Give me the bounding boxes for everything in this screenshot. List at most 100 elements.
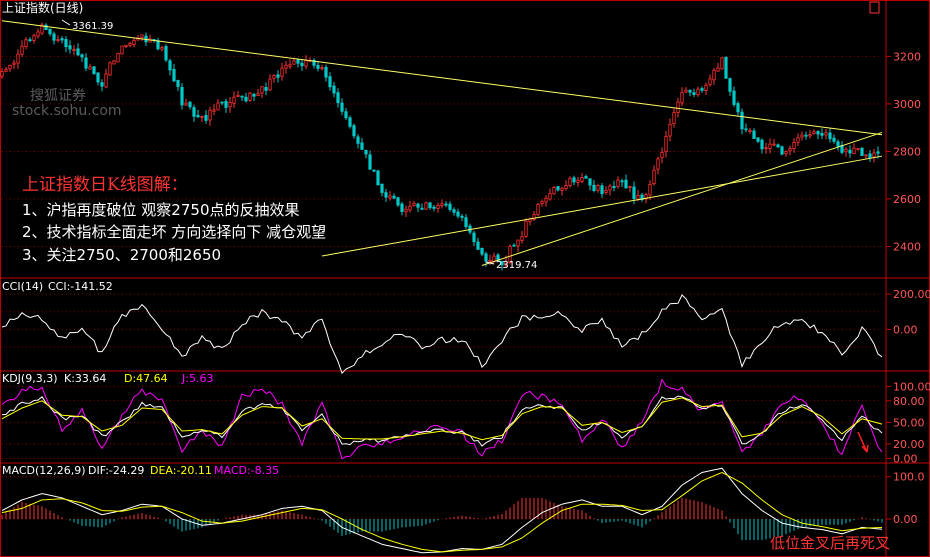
- candle-body: [244, 96, 248, 102]
- candle-body: [112, 60, 116, 65]
- candle-body: [816, 131, 820, 135]
- candle-body: [56, 39, 60, 41]
- candle-body: [276, 74, 280, 78]
- candle-body: [804, 134, 808, 137]
- candle-body: [356, 136, 360, 144]
- candle-body: [320, 67, 324, 70]
- candle-body: [588, 178, 592, 186]
- candle-body: [612, 185, 616, 189]
- candle-body: [592, 184, 596, 191]
- candle-body: [560, 187, 564, 191]
- candle-body: [692, 92, 696, 95]
- tick-label-3: 2600: [893, 193, 921, 206]
- tick-label-1: 0.00: [893, 513, 918, 526]
- candle-body: [780, 146, 784, 155]
- candle-body: [688, 89, 692, 93]
- candle-body: [736, 103, 740, 113]
- candle-body: [416, 203, 420, 208]
- candle-body: [332, 85, 336, 94]
- kdj-j-value: J:5.63: [181, 372, 213, 385]
- candle-body: [404, 208, 408, 213]
- candle-body: [44, 24, 48, 30]
- candle-body: [636, 195, 640, 200]
- candle-body: [716, 67, 720, 72]
- candle-body: [608, 185, 612, 191]
- candle-body: [540, 200, 544, 205]
- macd-value: MACD:-8.35: [214, 464, 279, 477]
- candle-body: [596, 184, 600, 191]
- macd-axis: 100.0 0.00: [886, 471, 925, 526]
- kdj-j-series: [1, 378, 883, 460]
- candle-body: [28, 39, 32, 42]
- candle-body: [624, 179, 628, 189]
- candle-body: [260, 86, 264, 94]
- window-close-icon[interactable]: [869, 1, 880, 14]
- candle-body: [436, 205, 440, 209]
- kdj-d-series: [1, 397, 883, 441]
- candle-body: [860, 147, 864, 156]
- candle-body: [252, 93, 256, 97]
- candle-body: [380, 183, 384, 193]
- candle-body: [748, 129, 752, 132]
- candle-body: [808, 134, 812, 137]
- candle-body: [368, 154, 372, 170]
- candle-body: [384, 192, 388, 198]
- candle-body: [12, 62, 16, 65]
- tick-label-1: 80.00: [893, 395, 925, 408]
- candle-body: [76, 48, 80, 56]
- candle-body: [760, 139, 764, 150]
- candle-body: [856, 148, 860, 151]
- annotation-point-3: 3、关注2750、2700和2650: [22, 246, 221, 264]
- kdj-k-series: [1, 395, 883, 447]
- candle-body: [552, 187, 556, 195]
- candle-body: [744, 128, 748, 131]
- candle-body: [16, 53, 20, 64]
- candle-body: [680, 91, 684, 104]
- candle-body: [428, 202, 432, 209]
- candle-body: [784, 150, 788, 154]
- annotation-point-1: 1、沪指再度破位 观察2750点的反抽效果: [22, 201, 300, 219]
- candle-body: [600, 185, 604, 195]
- candle-body: [132, 39, 136, 45]
- candle-body: [328, 76, 332, 88]
- candle-body: [424, 202, 428, 210]
- candle-body: [392, 195, 396, 199]
- macd-title: MACD(12,26,9): [2, 464, 86, 477]
- candle-body: [724, 56, 728, 79]
- candle-body: [248, 92, 252, 101]
- down-arrow-icon: [857, 431, 869, 453]
- macd-dif-series: [1, 467, 883, 554]
- candle-body: [564, 185, 568, 190]
- low-label: 2319.74: [496, 260, 537, 271]
- candle-body: [396, 197, 400, 206]
- candle-body: [872, 152, 876, 158]
- candle-body: [536, 203, 540, 216]
- candle-body: [128, 42, 132, 46]
- candle-body: [668, 123, 672, 137]
- candle-body: [832, 137, 836, 142]
- candle-body: [484, 253, 488, 262]
- candle-body: [268, 78, 272, 91]
- candle-body: [520, 236, 524, 242]
- candle-body: [80, 54, 84, 58]
- candle-body: [708, 78, 712, 85]
- candle-body: [300, 62, 304, 67]
- watermark-line2: stock.sohu.com: [12, 103, 122, 119]
- candle-body: [544, 197, 548, 203]
- cci-line: [1, 294, 883, 375]
- candle-body: [788, 148, 792, 152]
- candle-body: [228, 102, 232, 108]
- candle-body: [296, 59, 300, 64]
- candle-body: [472, 232, 476, 243]
- candle-body: [24, 39, 28, 48]
- candle-body: [340, 102, 344, 112]
- cci-grid: [2, 293, 882, 348]
- candle-body: [672, 112, 676, 124]
- candle-body: [68, 45, 72, 50]
- candle-body: [656, 158, 660, 170]
- candle-body: [584, 176, 588, 179]
- candle-body: [568, 177, 572, 186]
- tick-label-1: 0.00: [893, 323, 918, 336]
- kdj-lines: [1, 378, 883, 460]
- candle-body: [460, 215, 464, 218]
